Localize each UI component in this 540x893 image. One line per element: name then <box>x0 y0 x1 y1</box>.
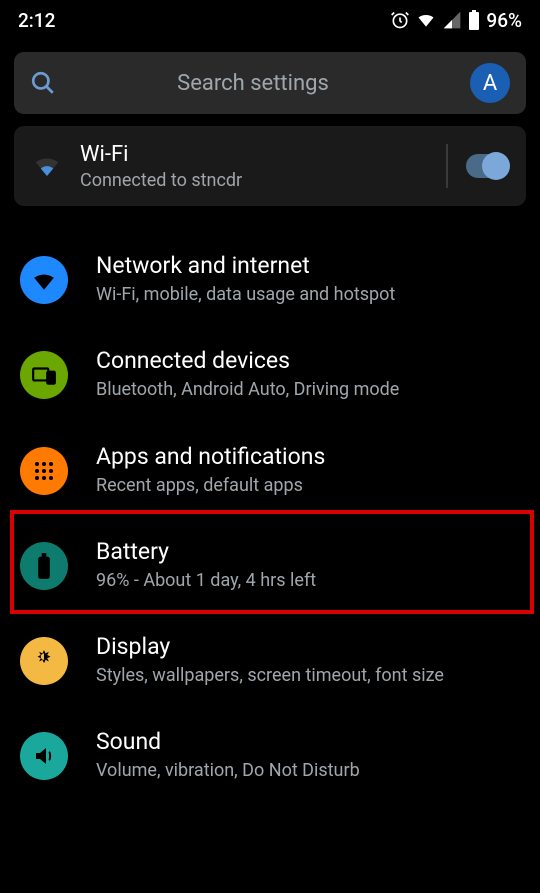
settings-row-apps[interactable]: Apps and notifications Recent apps, defau… <box>0 423 540 518</box>
settings-row-battery[interactable]: Battery 96% - About 1 day, 4 hrs left <box>0 518 540 613</box>
apps-icon <box>20 447 68 495</box>
battery-icon <box>468 10 480 30</box>
row-subtitle: Wi-Fi, mobile, data usage and hotspot <box>96 283 516 307</box>
status-bar: 2:12 96% <box>0 0 540 40</box>
settings-list: Network and internet Wi-Fi, mobile, data … <box>0 232 540 804</box>
row-title: Network and internet <box>96 252 516 279</box>
settings-row-display[interactable]: Display Styles, wallpapers, screen timeou… <box>0 613 540 708</box>
alarm-icon <box>390 10 410 30</box>
row-subtitle: Volume, vibration, Do Not Disturb <box>96 759 516 783</box>
row-subtitle: Styles, wallpapers, screen timeout, font… <box>96 664 516 688</box>
settings-row-devices[interactable]: Connected devices Bluetooth, Android Auto… <box>0 327 540 422</box>
row-title: Sound <box>96 728 516 755</box>
display-icon <box>20 637 68 685</box>
settings-row-wifi[interactable]: Network and internet Wi-Fi, mobile, data … <box>0 232 540 327</box>
row-subtitle: Recent apps, default apps <box>96 474 516 498</box>
wifi-card[interactable]: Wi-Fi Connected to stncdr <box>14 126 526 206</box>
search-placeholder: Search settings <box>36 71 470 96</box>
profile-avatar[interactable]: A <box>470 63 510 103</box>
wifi-icon <box>20 256 68 304</box>
sound-icon <box>20 732 68 780</box>
wifi-icon <box>416 10 436 30</box>
status-icons: 96% <box>390 9 522 32</box>
row-title: Display <box>96 633 516 660</box>
settings-row-sound[interactable]: Sound Volume, vibration, Do Not Disturb <box>0 708 540 803</box>
signal-icon <box>442 10 462 30</box>
row-title: Apps and notifications <box>96 443 516 470</box>
row-title: Battery <box>96 538 516 565</box>
wifi-icon <box>32 151 62 181</box>
row-title: Connected devices <box>96 347 516 374</box>
clock: 2:12 <box>18 9 55 32</box>
row-subtitle: Bluetooth, Android Auto, Driving mode <box>96 378 516 402</box>
wifi-title: Wi-Fi <box>80 142 428 167</box>
battery-percent: 96% <box>486 9 522 32</box>
row-subtitle: 96% - About 1 day, 4 hrs left <box>96 569 516 593</box>
search-settings[interactable]: Search settings A <box>14 52 526 114</box>
battery-icon <box>20 542 68 590</box>
wifi-subtitle: Connected to stncdr <box>80 170 428 191</box>
devices-icon <box>20 351 68 399</box>
divider <box>446 144 448 188</box>
wifi-toggle[interactable] <box>466 154 508 178</box>
